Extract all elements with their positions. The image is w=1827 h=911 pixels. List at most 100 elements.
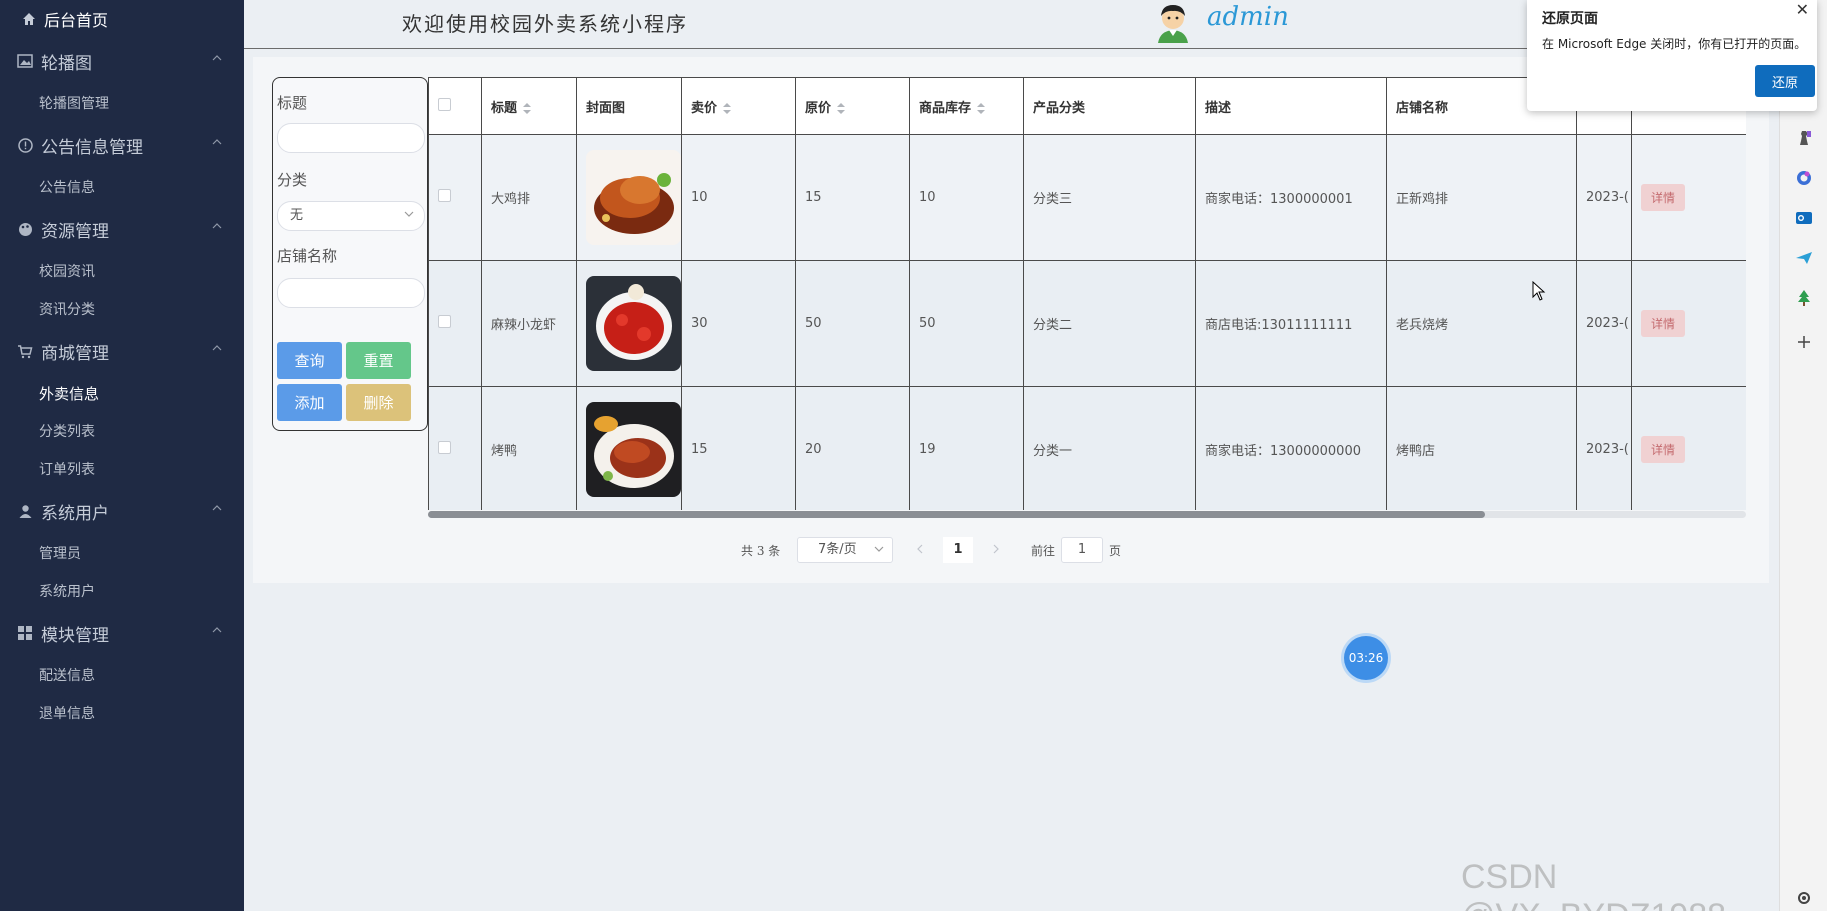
image-icon (16, 52, 34, 70)
send-icon[interactable] (1794, 248, 1814, 268)
chevron-right-icon (993, 544, 999, 554)
select-all-checkbox[interactable] (438, 97, 451, 111)
cell-stock: 10 (909, 134, 1024, 261)
sidebar-item-carousel-manage[interactable]: 轮播图管理 (0, 84, 244, 122)
cell-date: 2023-( (1576, 386, 1632, 510)
restore-pages-popup: 还原页面 ✕ 在 Microsoft Edge 关闭时，你有已打开的页面。 还原 (1527, 0, 1817, 111)
floating-timer[interactable]: 03:26 (1344, 636, 1388, 680)
horizontal-scrollbar[interactable] (428, 511, 1746, 518)
sort-icon[interactable] (977, 102, 986, 114)
user-icon (16, 502, 34, 520)
sidebar-item-refunds[interactable]: 退单信息 (0, 694, 244, 732)
row-select-cell (428, 386, 482, 510)
copilot-icon[interactable] (1794, 168, 1814, 188)
sidebar-item-campus-news[interactable]: 校园资讯 (0, 252, 244, 290)
reset-button[interactable]: 重置 (346, 342, 411, 379)
detail-button[interactable]: 详情 (1641, 436, 1686, 463)
sidebar-group-carousel[interactable]: 轮播图 (0, 38, 244, 84)
chess-icon[interactable] (1794, 128, 1814, 148)
delete-button[interactable]: 删除 (346, 384, 411, 421)
add-button[interactable]: 添加 (277, 384, 342, 421)
column-header-description: 描述 (1195, 77, 1387, 135)
cell-cover (576, 386, 682, 510)
user-name[interactable]: admin (1207, 2, 1289, 32)
row-select-cell (428, 260, 482, 387)
home-icon (23, 13, 35, 25)
row-checkbox[interactable] (438, 315, 451, 328)
title-field-label: 标题 (277, 94, 308, 112)
sidebar-item-home[interactable]: 后台首页 (0, 0, 244, 38)
sidebar-item-system-users[interactable]: 系统用户 (0, 572, 244, 610)
info-circle-icon (16, 136, 34, 154)
row-checkbox[interactable] (438, 441, 451, 454)
sidebar-group-resources[interactable]: 资源管理 (0, 206, 244, 252)
cell-store: 正新鸡排 (1386, 134, 1577, 261)
cell-sell-price: 30 (681, 260, 796, 387)
store-name-input[interactable] (277, 278, 425, 308)
category-field-label: 分类 (277, 171, 308, 189)
cell-description: 商家电话：1300000001 (1195, 134, 1387, 261)
page-number-current[interactable]: 1 (943, 537, 973, 563)
close-icon[interactable]: ✕ (1796, 0, 1809, 19)
scrollbar-thumb[interactable] (428, 511, 1485, 518)
next-page-button[interactable] (983, 537, 1009, 563)
sidebar-home-label: 后台首页 (44, 11, 109, 30)
cell-store: 老兵烧烤 (1386, 260, 1577, 387)
sidebar-group-mall[interactable]: 商城管理 (0, 328, 244, 374)
cell-original-price: 50 (795, 260, 910, 387)
prev-page-button[interactable] (906, 537, 932, 563)
palette-icon (16, 220, 34, 238)
avatar[interactable] (1152, 1, 1194, 43)
row-checkbox[interactable] (438, 189, 451, 202)
restore-button[interactable]: 还原 (1755, 65, 1815, 97)
outlook-icon[interactable] (1794, 208, 1814, 228)
chevron-down-icon (404, 211, 414, 217)
sidebar-group-modules[interactable]: 模块管理 (0, 610, 244, 656)
category-select-value: 无 (290, 208, 304, 223)
title-input[interactable] (277, 123, 425, 153)
page-size-select[interactable]: 7条/页 (797, 537, 893, 563)
detail-button[interactable]: 详情 (1641, 310, 1686, 337)
chevron-left-icon (916, 544, 922, 554)
sidebar: 后台首页 轮播图 轮播图管理 公告信息管理 公告信息 资源管理 校园资讯 资讯分… (0, 0, 244, 911)
store-field-label: 店铺名称 (277, 247, 338, 265)
sort-icon[interactable] (837, 102, 846, 114)
sort-icon[interactable] (723, 102, 732, 114)
sidebar-group-label: 模块管理 (41, 625, 109, 646)
sidebar-group-label: 公告信息管理 (41, 137, 143, 158)
sidebar-item-takeout[interactable]: 外卖信息 (0, 374, 244, 412)
browser-side-toolbar (1779, 0, 1827, 911)
sidebar-item-delivery[interactable]: 配送信息 (0, 656, 244, 694)
column-header-title[interactable]: 标题 (481, 77, 577, 135)
sidebar-item-notice[interactable]: 公告信息 (0, 168, 244, 206)
table-row: 烤鸭 15 20 19 分类一 商家电话：13000000000 烤鸭店 202… (428, 386, 1746, 510)
sidebar-group-label: 资源管理 (41, 221, 109, 242)
column-header-original-price[interactable]: 原价 (795, 77, 910, 135)
popup-title: 还原页面 (1542, 11, 1598, 27)
column-header-sell-price[interactable]: 卖价 (681, 77, 796, 135)
sidebar-item-news-category[interactable]: 资讯分类 (0, 290, 244, 328)
page-size-value: 7条/页 (818, 542, 857, 557)
column-header-stock[interactable]: 商品库存 (909, 77, 1024, 135)
cell-stock: 50 (909, 260, 1024, 387)
sidebar-item-order-list[interactable]: 订单列表 (0, 450, 244, 488)
cell-actions: 详情 (1631, 134, 1746, 261)
sort-icon[interactable] (523, 102, 532, 114)
sidebar-group-users[interactable]: 系统用户 (0, 488, 244, 534)
column-header-cover: 封面图 (576, 77, 682, 135)
sidebar-item-category-list[interactable]: 分类列表 (0, 412, 244, 450)
detail-button[interactable]: 详情 (1641, 184, 1686, 211)
query-button[interactable]: 查询 (277, 342, 342, 379)
goto-page-input[interactable]: 1 (1061, 537, 1103, 563)
sidebar-group-label: 轮播图 (41, 53, 92, 74)
search-form: 标题 分类 无 店铺名称 查询 重置 添加 删除 (272, 77, 428, 431)
sidebar-item-admins[interactable]: 管理员 (0, 534, 244, 572)
cell-sell-price: 10 (681, 134, 796, 261)
add-icon[interactable] (1794, 332, 1814, 352)
tree-icon[interactable] (1794, 288, 1814, 308)
category-select[interactable]: 无 (277, 201, 425, 231)
cell-title: 大鸡排 (481, 134, 577, 261)
food-image-crayfish (586, 276, 681, 371)
sidebar-group-notice[interactable]: 公告信息管理 (0, 122, 244, 168)
popup-message: 在 Microsoft Edge 关闭时，你有已打开的页面。 (1542, 37, 1807, 51)
